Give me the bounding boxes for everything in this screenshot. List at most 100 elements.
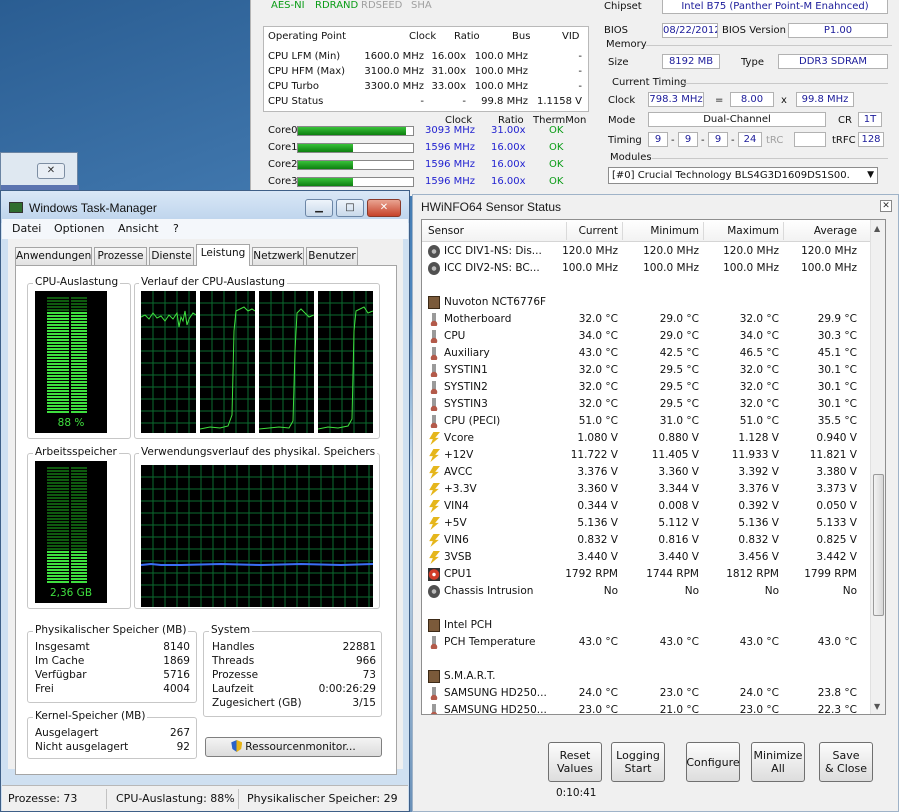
sensor-row[interactable]: ICC DIV1-NS: Dis... 120.0 MHz 120.0 MHz 120… xyxy=(422,243,872,260)
sensor-maximum: 32.0 °C xyxy=(739,398,779,410)
save-close-button[interactable]: Save & Close xyxy=(819,742,873,782)
core-thermmon-status: OK xyxy=(549,142,564,153)
hwinfo-close-button[interactable]: ✕ xyxy=(880,200,892,212)
sensor-group-row[interactable]: S.M.A.R.T. xyxy=(422,668,872,685)
meter-cell xyxy=(71,506,87,508)
sensor-row[interactable]: SAMSUNG HD250... 23.0 °C 21.0 °C 23.0 °C 22.… xyxy=(422,702,872,715)
sensor-group-row[interactable]: Intel PCH xyxy=(422,617,872,634)
meter-cell xyxy=(71,554,87,556)
op-name: CPU Status xyxy=(268,96,324,107)
sensor-row[interactable]: 3VSB 3.440 V 3.440 V 3.456 V 3.442 V xyxy=(422,549,872,566)
tab-netzwerk[interactable]: Netzwerk xyxy=(252,247,304,265)
meter-cell xyxy=(71,476,87,478)
background-dialog-close-button[interactable]: ✕ xyxy=(37,163,65,179)
column-sensor[interactable]: Sensor xyxy=(428,225,464,237)
task-manager-menubar: Datei Optionen Ansicht ? xyxy=(2,219,408,239)
sensor-average: 1799 RPM xyxy=(804,568,857,580)
op-row: CPU Status - - 99.8 MHz 1.1158 V xyxy=(264,96,590,111)
bios-version: P1.00 xyxy=(788,23,888,38)
column-average[interactable]: Average xyxy=(814,225,857,237)
sensor-row[interactable]: +12V 11.722 V 11.405 V 11.933 V 11.821 V xyxy=(422,447,872,464)
stat-value: 92 xyxy=(176,741,190,753)
sensor-row[interactable]: CPU1 1792 RPM 1744 RPM 1812 RPM 1799 RPM xyxy=(422,566,872,583)
sensor-maximum: 1.128 V xyxy=(738,432,779,444)
column-current[interactable]: Current xyxy=(579,225,618,237)
menu-optionen[interactable]: Optionen xyxy=(54,222,104,235)
sensor-row[interactable]: Vcore 1.080 V 0.880 V 1.128 V 0.940 V xyxy=(422,430,872,447)
meter-cell xyxy=(71,309,87,311)
sensor-row[interactable]: +3.3V 3.360 V 3.344 V 3.376 V 3.373 V xyxy=(422,481,872,498)
sensor-row[interactable]: ICC DIV2-NS: BC... 100.0 MHz 100.0 MHz 100.… xyxy=(422,260,872,277)
module-select-value: [#0] Crucial Technology BLS4G3D1609DS1S0… xyxy=(612,170,850,181)
scroll-up-icon[interactable]: ▲ xyxy=(874,224,880,233)
sensor-row[interactable]: CPU 34.0 °C 29.0 °C 34.0 °C 30.3 °C xyxy=(422,328,872,345)
scroll-down-icon[interactable]: ▼ xyxy=(874,702,880,711)
meter-cell xyxy=(71,363,87,365)
column-minimum[interactable]: Minimum xyxy=(650,225,699,237)
tab-leistung[interactable]: Leistung xyxy=(196,244,250,266)
tab-anwendungen[interactable]: Anwendungen xyxy=(15,247,92,265)
sensor-average: No xyxy=(842,585,857,597)
stat-value: 0:00:26:29 xyxy=(318,683,376,695)
save-close-label: Save & Close xyxy=(824,749,868,775)
sensor-row[interactable]: Auxiliary 43.0 °C 42.5 °C 46.5 °C 45.1 °C xyxy=(422,345,872,362)
meter-cell xyxy=(47,306,69,308)
tab-dienste[interactable]: Dienste xyxy=(149,247,194,265)
sensor-row[interactable]: Motherboard 32.0 °C 29.0 °C 32.0 °C 29.9 °C xyxy=(422,311,872,328)
hwinfo-titlebar[interactable]: HWiNFO64 Sensor Status ✕ xyxy=(413,195,898,217)
sensor-name: VIN4 xyxy=(444,500,469,512)
sensor-row[interactable]: SYSTIN3 32.0 °C 29.5 °C 32.0 °C 30.1 °C xyxy=(422,396,872,413)
meter-cell xyxy=(47,324,69,326)
resource-monitor-button[interactable]: Ressourcenmonitor... xyxy=(205,737,382,757)
sensor-minimum: 29.5 °C xyxy=(659,364,699,376)
column-maximum[interactable]: Maximum xyxy=(727,225,779,237)
sensor-row[interactable]: SAMSUNG HD250... 24.0 °C 23.0 °C 24.0 °C 23.… xyxy=(422,685,872,702)
meter-cell xyxy=(47,309,69,311)
meter-cell xyxy=(47,557,69,559)
configure-button[interactable]: Configure xyxy=(686,742,740,782)
sensor-row[interactable]: VIN4 0.344 V 0.008 V 0.392 V 0.050 V xyxy=(422,498,872,515)
menu-ansicht[interactable]: Ansicht xyxy=(118,222,159,235)
sensor-minimum: 23.0 °C xyxy=(659,687,699,699)
tab-prozesse[interactable]: Prozesse xyxy=(94,247,147,265)
stat-row: Nicht ausgelagert 92 xyxy=(35,741,190,755)
sensor-list-scrollbar[interactable]: ▲ ▼ xyxy=(870,220,885,714)
meter-cell xyxy=(47,581,69,583)
sensor-row[interactable]: +5V 5.136 V 5.112 V 5.136 V 5.133 V xyxy=(422,515,872,532)
sensor-row[interactable]: SYSTIN2 32.0 °C 29.5 °C 32.0 °C 30.1 °C xyxy=(422,379,872,396)
sensor-row[interactable]: CPU (PECI) 51.0 °C 31.0 °C 51.0 °C 35.5 °C xyxy=(422,413,872,430)
minimize-all-button[interactable]: Minimize All xyxy=(751,742,805,782)
stat-label: Insgesamt xyxy=(35,641,90,653)
meter-cell xyxy=(71,527,87,529)
module-select[interactable]: [#0] Crucial Technology BLS4G3D1609DS1S0… xyxy=(608,167,878,184)
sensor-current: 120.0 MHz xyxy=(562,245,618,257)
sensor-group-row[interactable]: Nuvoton NCT6776F xyxy=(422,294,872,311)
tab-benutzer[interactable]: Benutzer xyxy=(306,247,358,265)
cpu-usage-title: CPU-Auslastung xyxy=(33,276,121,288)
scrollbar-thumb[interactable] xyxy=(873,474,884,616)
sensor-row[interactable]: AVCC 3.376 V 3.360 V 3.392 V 3.380 V xyxy=(422,464,872,481)
meter-cell xyxy=(47,533,69,535)
memory-history-title: Verwendungsverlauf des physikal. Speiche… xyxy=(139,446,378,458)
timing-trp: 9 xyxy=(708,132,728,147)
sensor-minimum: 3.360 V xyxy=(658,466,699,478)
maximize-button[interactable]: □ xyxy=(336,199,364,217)
stat-value: 3/15 xyxy=(352,697,376,709)
stat-row: Laufzeit 0:00:26:29 xyxy=(212,683,376,697)
sensor-current: 34.0 °C xyxy=(578,330,618,342)
sensor-row[interactable]: SYSTIN1 32.0 °C 29.5 °C 32.0 °C 30.1 °C xyxy=(422,362,872,379)
close-button[interactable]: ✕ xyxy=(367,199,401,217)
thermometer-icon xyxy=(428,704,440,714)
sensor-row[interactable]: PCH Temperature 43.0 °C 43.0 °C 43.0 °C 43.0… xyxy=(422,634,872,651)
meter-cell xyxy=(47,497,69,499)
logging-start-button[interactable]: Logging Start xyxy=(611,742,665,782)
sensor-maximum: 23.0 °C xyxy=(739,704,779,715)
menu-help[interactable]: ? xyxy=(173,222,179,235)
sensor-row[interactable]: VIN6 0.832 V 0.816 V 0.832 V 0.825 V xyxy=(422,532,872,549)
menu-datei[interactable]: Datei xyxy=(12,222,41,235)
meter-cell xyxy=(47,467,69,469)
sensor-row[interactable]: Chassis Intrusion No No No No xyxy=(422,583,872,600)
meter-cell xyxy=(47,545,69,547)
minimize-button[interactable]: ▁ xyxy=(305,199,333,217)
reset-values-button[interactable]: Reset Values xyxy=(548,742,602,782)
